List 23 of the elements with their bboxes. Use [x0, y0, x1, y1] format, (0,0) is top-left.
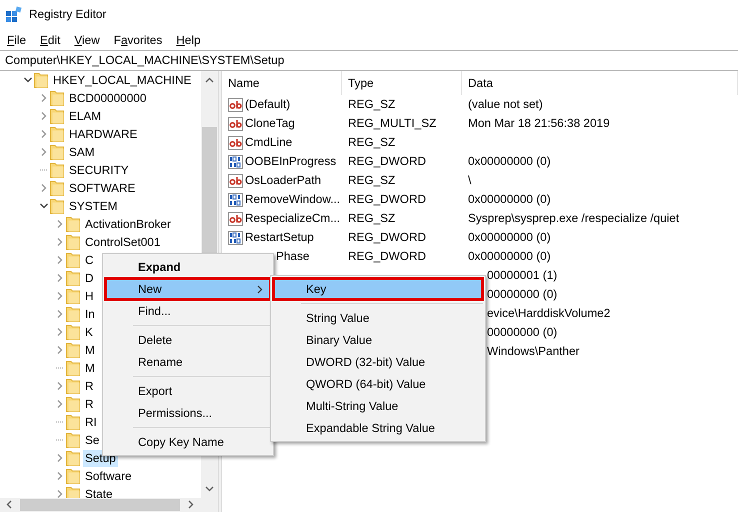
window-title: Registry Editor — [29, 6, 106, 24]
value-type: REG_SZ — [348, 210, 396, 225]
value-type: REG_DWORD — [348, 248, 426, 263]
value-data: 0x00000000 (0) — [468, 230, 551, 244]
value-data: 00000001 (1) — [487, 268, 558, 282]
value-data: Mon Mar 18 21:56:38 2019 — [468, 116, 610, 130]
value-data: evice\HarddiskVolume2 — [487, 306, 610, 320]
value-data: (value not set) — [468, 96, 543, 111]
value-type: REG_DWORD — [348, 192, 426, 206]
value-type: REG_SZ — [348, 172, 396, 187]
value-type: REG_MULTI_SZ — [348, 116, 436, 130]
value-data: 00000000 (0) — [487, 286, 558, 301]
value-data: 00000000 (0) — [487, 324, 558, 339]
value-data: 0x00000000 (0) — [468, 154, 551, 168]
value-data: \ — [468, 172, 472, 187]
value-type: REG_DWORD — [348, 154, 426, 168]
value-data: Windows\Panther — [487, 344, 580, 358]
value-type: REG_DWORD — [348, 230, 426, 244]
value-type: REG_SZ — [348, 96, 396, 111]
value-data: 0x00000000 (0) — [468, 248, 551, 263]
value-data: 0x00000000 (0) — [468, 192, 551, 206]
value-type: REG_SZ — [348, 134, 396, 149]
value-data: Sysprep\sysprep.exe /respecialize /quiet — [468, 210, 680, 225]
